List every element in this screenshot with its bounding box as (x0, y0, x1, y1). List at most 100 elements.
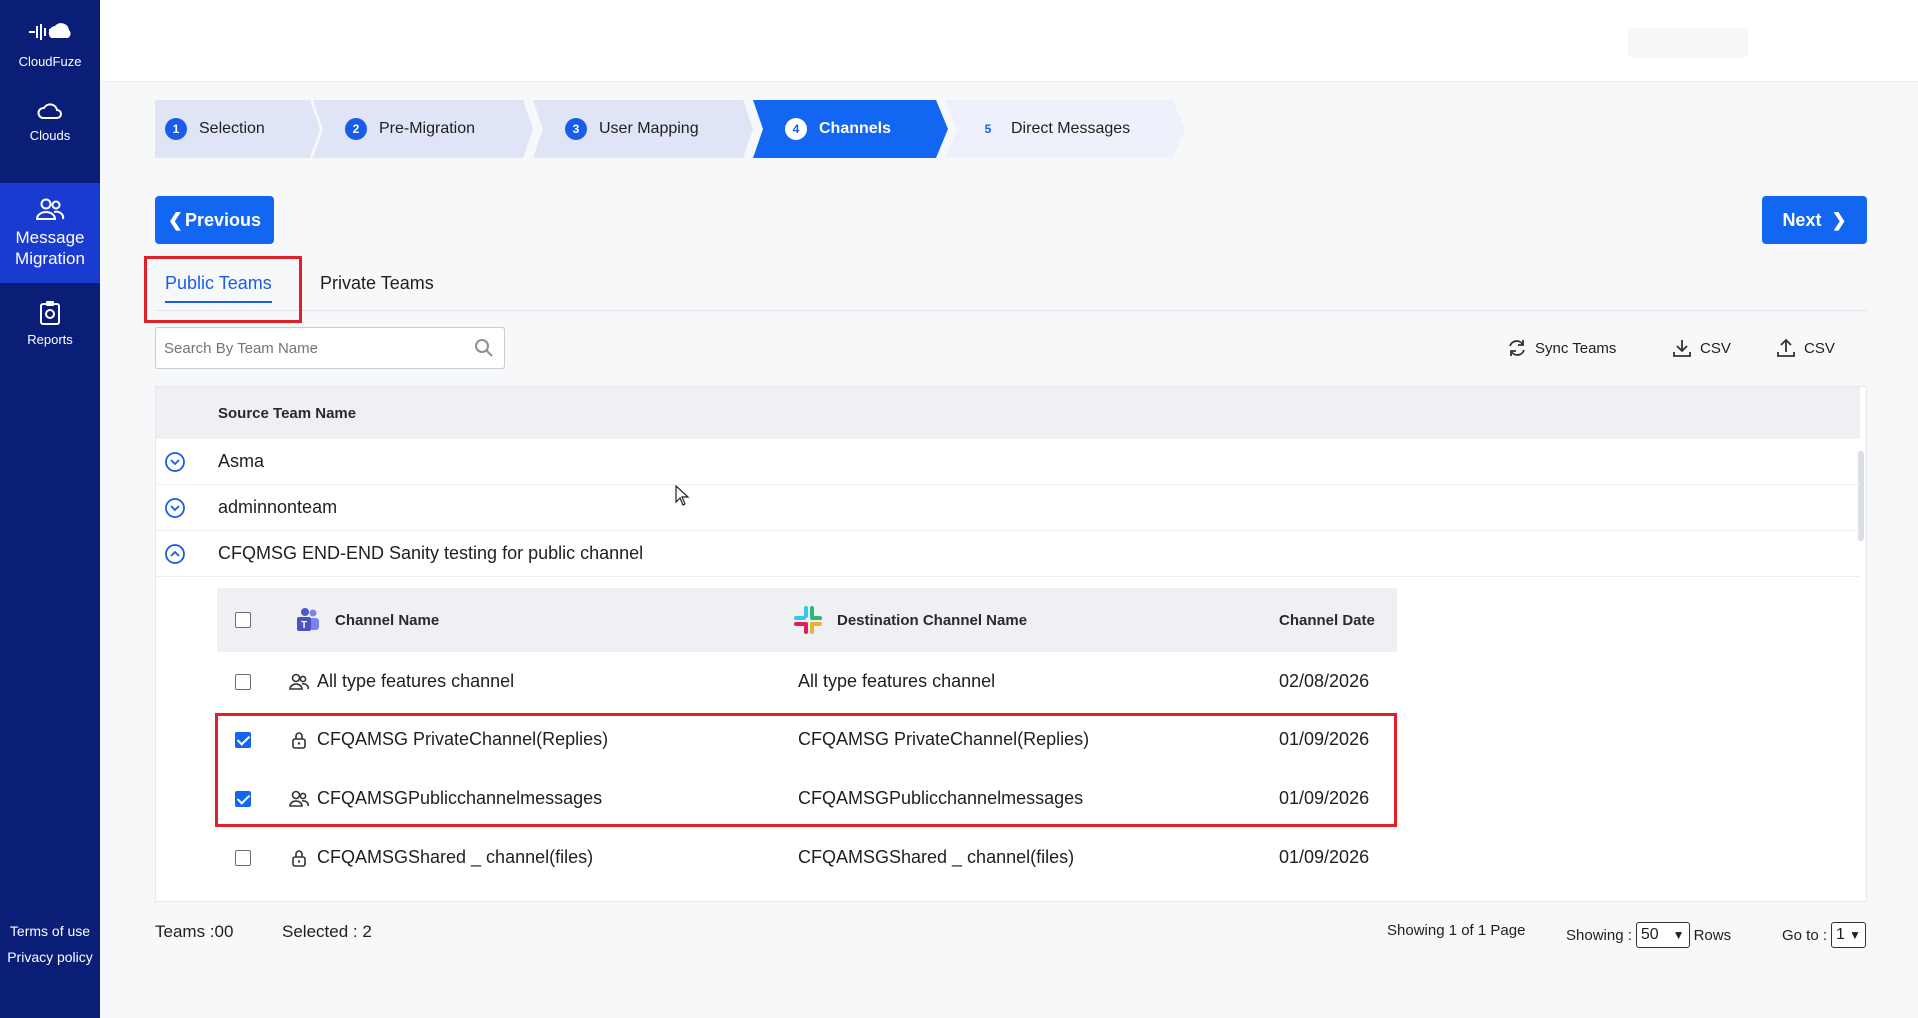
download-csv-button[interactable]: CSV (1672, 338, 1731, 358)
channel-name: CFQAMSGShared _ channel(files) (317, 847, 594, 867)
channel-row[interactable]: CFQAMSGShared _ channel(files) CFQAMSGSh… (217, 828, 1397, 887)
clipboard-icon (40, 301, 60, 325)
brand-name: CloudFuze (18, 54, 82, 69)
header-label: Channel Date (1279, 611, 1375, 629)
user-menu-placeholder[interactable] (1628, 28, 1748, 58)
channel-name-header: T Channel Name (293, 588, 439, 652)
teams-count: Teams :00 (155, 922, 234, 941)
svg-text:T: T (301, 620, 307, 631)
search-box (155, 327, 505, 369)
table-row[interactable]: Asma (156, 439, 1860, 485)
step-number: 5 (984, 122, 992, 136)
team-name: CFQMSG END-END Sanity testing for public… (218, 543, 644, 563)
mouse-cursor-icon (675, 485, 690, 506)
header-label: Channel Name (335, 611, 440, 629)
step-number: 3 (565, 118, 587, 140)
step-user-mapping[interactable]: 3 User Mapping (533, 100, 753, 158)
showing-label: Showing : (1566, 926, 1632, 944)
teams-logo-icon: T (297, 608, 319, 631)
step-pre-migration[interactable]: 2 Pre-Migration (313, 100, 533, 158)
team-name: adminnonteam (218, 497, 338, 517)
channel-name-cell: All type features channel (289, 652, 514, 711)
destination-channel-header: Destination Channel Name (791, 588, 1027, 652)
sidebar-item-message-migration[interactable]: Message Migration (0, 183, 100, 283)
step-number: 2 (345, 118, 367, 140)
row-checkbox[interactable] (235, 652, 251, 711)
chevron-down-icon: ▼ (1848, 928, 1861, 942)
sync-icon (1509, 340, 1525, 356)
source-team-name-header: Source Team Name (218, 404, 357, 422)
channel-name: All type features channel (317, 671, 515, 691)
step-label: Selection (199, 120, 265, 137)
rows-select[interactable]: 50 ▼ (1635, 922, 1690, 948)
destination-name: All type features channel (798, 671, 996, 691)
users-icon (35, 198, 65, 220)
tab-private-teams[interactable]: Private Teams (320, 255, 434, 311)
step-label: Pre-Migration (379, 120, 476, 137)
goto-value: 1 (1836, 926, 1845, 943)
chevron-up-icon[interactable] (164, 543, 186, 565)
cloud-icon (37, 103, 62, 119)
rows-per-page: Showing : 50 ▼ Rows (1566, 922, 1731, 948)
terms-link[interactable]: Terms of use (0, 918, 100, 944)
goto-select[interactable]: 1 ▼ (1831, 922, 1866, 948)
team-name: Asma (218, 451, 265, 471)
sidebar-item-label: Message Migration (15, 228, 85, 268)
header-label: Destination Channel Name (837, 611, 1028, 629)
csv-label: CSV (1804, 339, 1835, 357)
goto-page: Go to : 1 ▼ (1782, 922, 1870, 948)
table-row[interactable]: CFQMSG END-END Sanity testing for public… (156, 531, 1860, 577)
cloudfuze-logo-icon (29, 23, 71, 40)
search-input[interactable] (164, 328, 464, 368)
privacy-link[interactable]: Privacy policy (0, 944, 100, 970)
sidebar-item-label: Reports (27, 332, 73, 347)
channel-row[interactable]: All type features channel All type featu… (217, 652, 1397, 711)
highlight-box (215, 713, 1397, 827)
step-label: Channels (819, 120, 892, 137)
sync-label: Sync Teams (1535, 339, 1617, 357)
chevron-down-icon[interactable] (164, 451, 186, 473)
channel-date: 02/08/2026 (1279, 671, 1370, 691)
slack-logo-icon (794, 606, 822, 634)
sidebar-item-clouds[interactable]: Clouds (0, 100, 100, 160)
users-icon (289, 673, 309, 690)
destination-name: CFQAMSGShared _ channel(files) (798, 847, 1075, 867)
step-label: User Mapping (599, 120, 699, 137)
next-label: Next (1782, 209, 1822, 230)
step-number: 4 (785, 118, 807, 140)
upload-icon (1777, 338, 1795, 357)
sidebar-item-reports[interactable]: Reports (0, 300, 100, 360)
previous-label: Previous (185, 209, 262, 230)
highlight-box (144, 256, 302, 323)
chevron-down-icon[interactable] (164, 497, 186, 519)
step-selection[interactable]: 1 Selection (155, 100, 320, 158)
next-button[interactable]: Next ❯ (1762, 196, 1867, 244)
chevron-right-icon: ❯ (1831, 209, 1847, 230)
sidebar-item-label: Clouds (29, 128, 71, 143)
channel-name-cell: CFQAMSGShared _ channel(files) (289, 828, 593, 887)
page-info: Showing 1 of 1 Page (1387, 922, 1526, 939)
csv-label: CSV (1700, 339, 1731, 357)
channel-date: 01/09/2026 (1279, 847, 1370, 867)
goto-label: Go to : (1782, 926, 1828, 944)
top-bar (100, 0, 1918, 82)
team-tabs: Public Teams Private Teams (155, 255, 1867, 311)
table-row[interactable]: adminnonteam (156, 485, 1860, 531)
select-all-checkbox[interactable] (235, 588, 251, 652)
search-icon[interactable] (474, 338, 494, 358)
sync-teams-button[interactable]: Sync Teams (1507, 338, 1616, 358)
logo: CloudFuze (0, 18, 100, 69)
upload-csv-button[interactable]: CSV (1776, 338, 1835, 358)
step-direct-messages[interactable]: 5 Direct Messages (945, 100, 1185, 158)
chevron-down-icon: ▼ (1672, 928, 1685, 942)
channel-table-header: T Channel Name Destination Channel Name … (217, 588, 1397, 652)
table-header: Source Team Name (156, 387, 1860, 439)
selected-count: Selected : 2 (282, 922, 372, 941)
tab-label: Private Teams (320, 272, 434, 293)
step-number: 1 (165, 118, 187, 140)
row-checkbox[interactable] (235, 828, 251, 887)
previous-button[interactable]: ❮ Previous (155, 196, 274, 244)
chevron-left-icon: ❮ (167, 209, 184, 230)
download-icon (1673, 340, 1691, 357)
step-channels[interactable]: 4 Channels (753, 100, 948, 158)
